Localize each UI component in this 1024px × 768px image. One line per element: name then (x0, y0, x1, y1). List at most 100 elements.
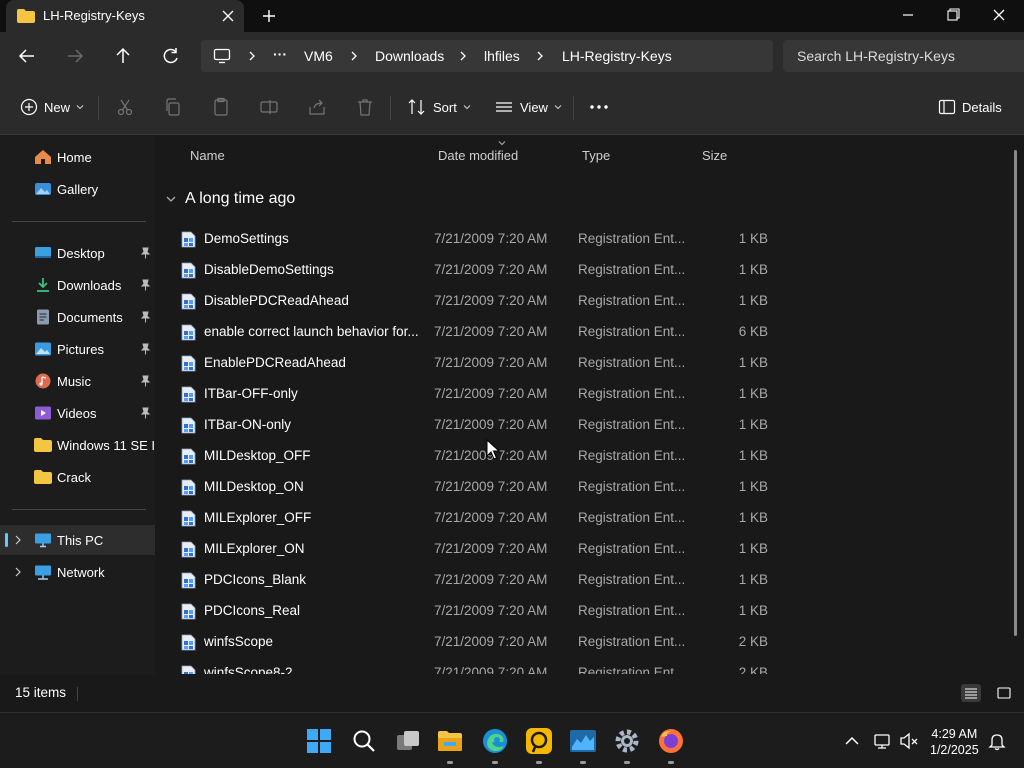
registry-file-icon (181, 262, 196, 279)
sidebar-item-documents[interactable]: Documents (0, 302, 155, 332)
file-row[interactable]: ITBar-OFF-only 7/21/2009 7:20 AM Registrat… (155, 379, 1015, 410)
file-row[interactable]: winfsScope8-2 7/21/2009 7:20 AM Registrati… (155, 658, 1015, 674)
edge-browser-icon[interactable] (481, 727, 509, 755)
chevron-up-icon[interactable] (842, 731, 862, 751)
file-row[interactable]: ITBar-ON-only 7/21/2009 7:20 AM Registrati… (155, 410, 1015, 441)
file-row[interactable]: MILDesktop_ON 7/21/2009 7:20 AM Registrati… (155, 472, 1015, 503)
sidebar-item-windows-11-se[interactable]: Windows 11 SE Ins (0, 430, 169, 460)
close-tab-icon[interactable] (218, 6, 238, 26)
restore-icon[interactable] (939, 4, 967, 26)
file-row[interactable]: enable correct launch behavior for... 7/2… (155, 317, 1015, 348)
file-size: 2 KB (738, 665, 768, 674)
app-circle-icon[interactable] (525, 727, 553, 755)
sort-button[interactable]: Sort (407, 94, 471, 120)
cut-button[interactable] (115, 94, 135, 120)
system-clock[interactable]: 4:29 AM 1/2/2025 (930, 726, 979, 758)
file-row[interactable]: PDCIcons_Real 7/21/2009 7:20 AM Registrati… (155, 596, 1015, 627)
breadcrumb-ellipsis[interactable]: ··· (273, 46, 287, 62)
rename-button[interactable] (259, 94, 279, 120)
sidebar-item-downloads[interactable]: Downloads (0, 270, 155, 300)
sidebar-item-crack[interactable]: Crack (0, 462, 155, 492)
settings-gear-icon[interactable] (613, 727, 641, 755)
column-header-date[interactable]: Date modified (438, 148, 518, 163)
new-tab-icon[interactable] (258, 6, 280, 26)
breadcrumb-lh-registry-keys[interactable]: LH-Registry-Keys (562, 48, 672, 64)
file-size: 1 KB (738, 293, 768, 308)
details-button[interactable]: Details (938, 94, 1002, 120)
file-row[interactable]: winfsScope 7/21/2009 7:20 AM Registration … (155, 627, 1015, 658)
file-row[interactable]: MILExplorer_ON 7/21/2009 7:20 AM Registrat… (155, 534, 1015, 565)
pin-icon[interactable] (140, 375, 151, 387)
firefox-icon[interactable] (657, 727, 685, 755)
registry-file-icon (181, 479, 196, 496)
tab-lh-registry-keys[interactable]: LH-Registry-Keys (6, 0, 244, 32)
search-box[interactable]: Search LH-Registry-Keys (783, 40, 1024, 72)
details-view-icon[interactable] (961, 684, 981, 702)
sidebar-item-gallery[interactable]: Gallery (0, 174, 155, 204)
file-row[interactable]: MILDesktop_OFF 7/21/2009 7:20 AM Registrat… (155, 441, 1015, 472)
forward-icon[interactable] (61, 44, 89, 68)
paste-button[interactable] (211, 94, 231, 120)
start-windows-icon[interactable] (305, 727, 333, 755)
sort-chevron-icon (498, 141, 506, 146)
group-header[interactable]: A long time ago (165, 190, 295, 208)
sidebar-item-desktop[interactable]: Desktop (0, 238, 155, 268)
mouse-cursor-icon (486, 439, 500, 460)
breadcrumb-downloads[interactable]: Downloads (375, 48, 444, 64)
task-view-icon[interactable] (394, 727, 422, 755)
pin-icon[interactable] (140, 247, 151, 259)
share-button[interactable] (307, 94, 327, 120)
search-icon[interactable] (350, 727, 378, 755)
pin-icon[interactable] (140, 407, 151, 419)
plus-circle-icon (20, 98, 38, 116)
registry-file-icon (181, 417, 196, 434)
file-explorer-icon[interactable] (436, 727, 464, 755)
minimize-icon[interactable] (894, 4, 922, 26)
chevron-right-icon[interactable] (12, 534, 24, 546)
file-row[interactable]: DisableDemoSettings 7/21/2009 7:20 AM Regi… (155, 255, 1015, 286)
column-header-name[interactable]: Name (190, 148, 225, 163)
file-row[interactable]: DisablePDCReadAhead 7/21/2009 7:20 AM Regi… (155, 286, 1015, 317)
file-date: 7/21/2009 7:20 AM (434, 479, 548, 494)
address-bar[interactable]: ··· VM6 Downloads lhfiles LH-Registry-Ke… (201, 40, 773, 72)
column-header-type[interactable]: Type (582, 148, 610, 163)
file-name: MILExplorer_ON (204, 541, 305, 556)
chevron-right-icon[interactable] (12, 566, 24, 578)
file-date: 7/21/2009 7:20 AM (434, 665, 548, 674)
sidebar-item-videos[interactable]: Videos (0, 398, 155, 428)
file-row[interactable]: EnablePDCReadAhead 7/21/2009 7:20 AM Regis… (155, 348, 1015, 379)
selection-indicator (5, 533, 8, 547)
sidebar-item-music[interactable]: Music (0, 366, 155, 396)
close-window-icon[interactable] (985, 4, 1013, 26)
new-button[interactable]: New (20, 94, 84, 120)
running-indicator (492, 761, 498, 764)
view-button[interactable]: View (494, 94, 562, 120)
up-icon[interactable] (109, 44, 137, 68)
network-status-icon[interactable] (873, 731, 893, 751)
sidebar-item-pictures[interactable]: Pictures (0, 334, 155, 364)
sidebar-item-this-pc[interactable]: This PC (0, 525, 155, 555)
more-options-button[interactable] (589, 94, 609, 120)
delete-button[interactable] (355, 94, 375, 120)
resource-monitor-icon[interactable] (569, 727, 597, 755)
tiles-view-icon[interactable] (995, 684, 1013, 702)
file-row[interactable]: DemoSettings 7/21/2009 7:20 AM Registratio… (155, 224, 1015, 255)
pin-icon[interactable] (140, 279, 151, 291)
copy-button[interactable] (163, 94, 183, 120)
file-row[interactable]: MILExplorer_OFF 7/21/2009 7:20 AM Registra… (155, 503, 1015, 534)
notification-bell-icon[interactable] (987, 731, 1007, 751)
pin-icon[interactable] (140, 311, 151, 323)
volume-muted-icon[interactable] (899, 731, 919, 751)
sidebar-item-home[interactable]: Home (0, 142, 155, 172)
pin-icon[interactable] (140, 343, 151, 355)
breadcrumb-lhfiles[interactable]: lhfiles (484, 48, 520, 64)
clock-time: 4:29 AM (931, 727, 978, 741)
refresh-icon[interactable] (157, 44, 185, 68)
file-row[interactable]: PDCIcons_Blank 7/21/2009 7:20 AM Registrat… (155, 565, 1015, 596)
file-type: Registration Ent... (578, 541, 686, 556)
column-header-size[interactable]: Size (702, 148, 727, 163)
back-icon[interactable] (13, 44, 41, 68)
vertical-scrollbar[interactable] (1014, 150, 1017, 636)
sidebar-item-network[interactable]: Network (0, 557, 155, 587)
breadcrumb-vm6[interactable]: VM6 (304, 48, 333, 64)
